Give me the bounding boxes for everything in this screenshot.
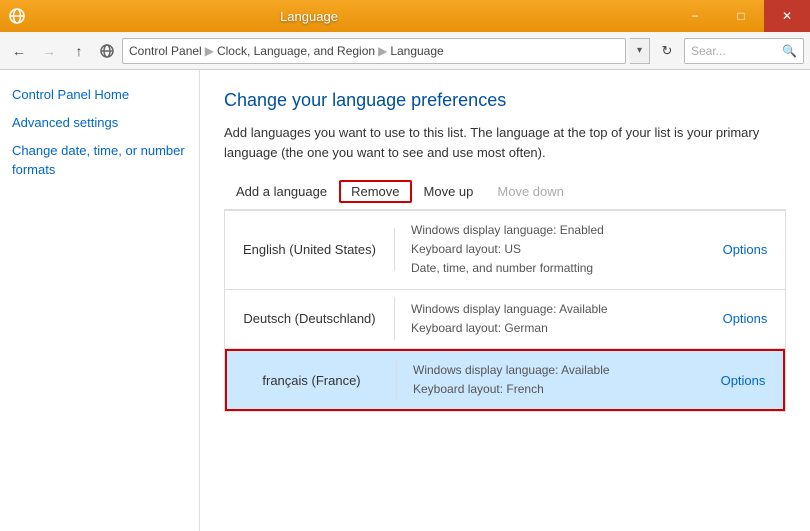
- sidebar-item-change-date[interactable]: Change date, time, or number formats: [12, 142, 187, 178]
- path-part2: Clock, Language, and Region: [217, 44, 375, 58]
- deutsch-options-cell: Options: [705, 301, 785, 336]
- francais-info-line2: Keyboard layout: French: [413, 380, 687, 399]
- language-toolbar: Add a language Remove Move up Move down: [224, 180, 786, 210]
- search-placeholder: Sear...: [691, 44, 778, 58]
- language-row-deutsch[interactable]: Deutsch (Deutschland) Windows display la…: [225, 290, 785, 349]
- back-button[interactable]: ←: [6, 38, 32, 64]
- francais-info-line1: Windows display language: Available: [413, 361, 687, 380]
- address-path[interactable]: Control Panel ▶ Clock, Language, and Reg…: [122, 38, 626, 64]
- language-info-deutsch: Windows display language: Available Keyb…: [395, 290, 705, 348]
- language-info-francais: Windows display language: Available Keyb…: [397, 351, 703, 409]
- up-button[interactable]: ↑: [66, 38, 92, 64]
- minimize-button[interactable]: −: [672, 0, 718, 32]
- move-up-button[interactable]: Move up: [412, 180, 486, 203]
- close-button[interactable]: ✕: [764, 0, 810, 32]
- francais-options-cell: Options: [703, 363, 783, 398]
- path-part1: Control Panel: [129, 44, 202, 58]
- sidebar-item-advanced-settings[interactable]: Advanced settings: [12, 114, 187, 132]
- language-name-francais: français (France): [227, 359, 397, 402]
- add-language-button[interactable]: Add a language: [224, 180, 339, 203]
- content-area: Change your language preferences Add lan…: [200, 70, 810, 531]
- search-box[interactable]: Sear... 🔍: [684, 38, 804, 64]
- path-sep1: ▶: [205, 44, 214, 58]
- language-info-english: Windows display language: Enabled Keyboa…: [395, 211, 705, 289]
- language-row-francais[interactable]: français (France) Windows display langua…: [225, 349, 785, 411]
- address-bar: ← → ↑ Control Panel ▶ Clock, Language, a…: [0, 32, 810, 70]
- page-description: Add languages you want to use to this li…: [224, 123, 786, 162]
- path-dropdown-button[interactable]: ▾: [630, 38, 650, 64]
- sidebar: Control Panel Home Advanced settings Cha…: [0, 70, 200, 531]
- english-options-cell: Options: [705, 232, 785, 267]
- path-part3: Language: [390, 44, 443, 58]
- english-info-line3: Date, time, and number formatting: [411, 259, 689, 278]
- main-layout: Control Panel Home Advanced settings Cha…: [0, 70, 810, 531]
- language-list: English (United States) Windows display …: [224, 210, 786, 412]
- app-icon: [8, 7, 26, 25]
- english-info-line1: Windows display language: Enabled: [411, 221, 689, 240]
- language-name-deutsch: Deutsch (Deutschland): [225, 297, 395, 340]
- address-icon: [98, 42, 116, 60]
- maximize-button[interactable]: □: [718, 0, 764, 32]
- refresh-button[interactable]: ↻: [654, 38, 680, 64]
- title-bar-controls: − □ ✕: [672, 0, 810, 32]
- forward-button[interactable]: →: [36, 38, 62, 64]
- search-icon: 🔍: [782, 44, 797, 58]
- page-title: Change your language preferences: [224, 90, 786, 111]
- deutsch-options-link[interactable]: Options: [723, 311, 768, 326]
- move-down-button[interactable]: Move down: [485, 180, 575, 203]
- remove-button[interactable]: Remove: [339, 180, 411, 203]
- deutsch-info-line1: Windows display language: Available: [411, 300, 689, 319]
- language-row-english[interactable]: English (United States) Windows display …: [225, 211, 785, 290]
- francais-options-link[interactable]: Options: [721, 373, 766, 388]
- sidebar-item-home[interactable]: Control Panel Home: [12, 86, 187, 104]
- language-name-english: English (United States): [225, 228, 395, 271]
- title-bar-left: [8, 7, 26, 25]
- english-options-link[interactable]: Options: [723, 242, 768, 257]
- path-sep2: ▶: [378, 44, 387, 58]
- deutsch-info-line2: Keyboard layout: German: [411, 319, 689, 338]
- title-bar: Language − □ ✕: [0, 0, 810, 32]
- window-title: Language: [26, 9, 592, 24]
- english-info-line2: Keyboard layout: US: [411, 240, 689, 259]
